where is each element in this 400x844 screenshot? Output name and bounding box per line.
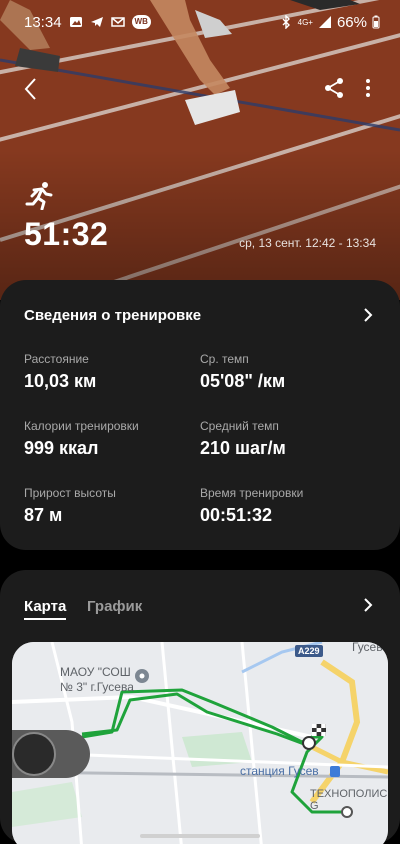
floating-thumbnail[interactable] xyxy=(12,732,56,776)
stat-value: 10,03 км xyxy=(24,371,97,391)
workout-date-range: ср, 13 сент. 12:42 - 13:34 xyxy=(239,236,376,250)
wb-app-icon: WB xyxy=(131,15,151,29)
stat-value: 210 шаг/м xyxy=(200,438,286,458)
map-label-tech: ТЕХНОПОЛИС G xyxy=(310,788,388,812)
map-card: Карта График МАОУ "СОШ № 3" г.Гусева A22… xyxy=(0,570,400,844)
more-options-icon[interactable] xyxy=(360,76,376,100)
hero-image xyxy=(0,0,400,300)
stat-elevation-gain: Прирост высоты 87 м xyxy=(24,486,194,526)
stat-workout-time: Время тренировки 00:51:32 xyxy=(200,486,370,526)
map-road-badge: A229 xyxy=(295,645,323,657)
workout-details-card[interactable]: Сведения о тренировке Расстояние 10,03 к… xyxy=(0,280,400,550)
mail-icon xyxy=(110,17,125,27)
back-button[interactable] xyxy=(18,76,44,102)
tab-map[interactable]: Карта xyxy=(24,598,67,620)
workout-duration: 51:32 xyxy=(24,216,109,252)
details-title: Сведения о тренировке xyxy=(24,307,202,324)
map-label-city: Гусев xyxy=(352,642,383,654)
stat-label: Время тренировки xyxy=(200,486,304,500)
running-icon xyxy=(25,182,53,210)
stat-value: 999 ккал xyxy=(24,438,99,458)
signal-icon xyxy=(318,16,331,28)
stat-avg-pace: Ср. темп 05'08" /км xyxy=(200,352,370,392)
route-map[interactable]: МАОУ "СОШ № 3" г.Гусева A229 Гусев станц… xyxy=(12,642,388,844)
tab-chart[interactable]: График xyxy=(87,598,142,615)
status-bar: 13:34 WB 4G+ 66% xyxy=(0,0,400,44)
stat-label: Прирост высоты xyxy=(24,486,116,500)
map-label-station: станция Гусев xyxy=(240,764,319,778)
bluetooth-icon xyxy=(282,15,290,29)
battery-percent: 66% xyxy=(336,13,367,31)
battery-icon xyxy=(372,15,380,29)
stat-distance: Расстояние 10,03 км xyxy=(24,352,194,392)
map-label-school: МАОУ "СОШ № 3" г.Гусева xyxy=(60,665,134,694)
gallery-icon xyxy=(69,17,82,27)
stat-label: Расстояние xyxy=(24,352,89,366)
stat-value: 00:51:32 xyxy=(200,505,273,525)
share-icon[interactable] xyxy=(322,76,346,100)
stat-label: Калории тренировки xyxy=(24,419,139,433)
stat-label: Ср. темп xyxy=(200,352,249,366)
chevron-right-icon[interactable] xyxy=(362,598,374,612)
stat-value: 05'08" /км xyxy=(200,371,286,391)
stat-value: 87 м xyxy=(24,505,63,525)
telegram-icon xyxy=(90,17,103,27)
home-indicator[interactable] xyxy=(140,834,260,838)
status-time: 13:34 xyxy=(24,13,62,31)
stat-label: Средний темп xyxy=(200,419,279,433)
stat-cadence: Средний темп 210 шаг/м xyxy=(200,419,370,459)
network-type: 4G+ xyxy=(297,17,313,27)
chevron-right-icon[interactable] xyxy=(362,308,374,322)
stat-calories: Калории тренировки 999 ккал xyxy=(24,419,194,459)
